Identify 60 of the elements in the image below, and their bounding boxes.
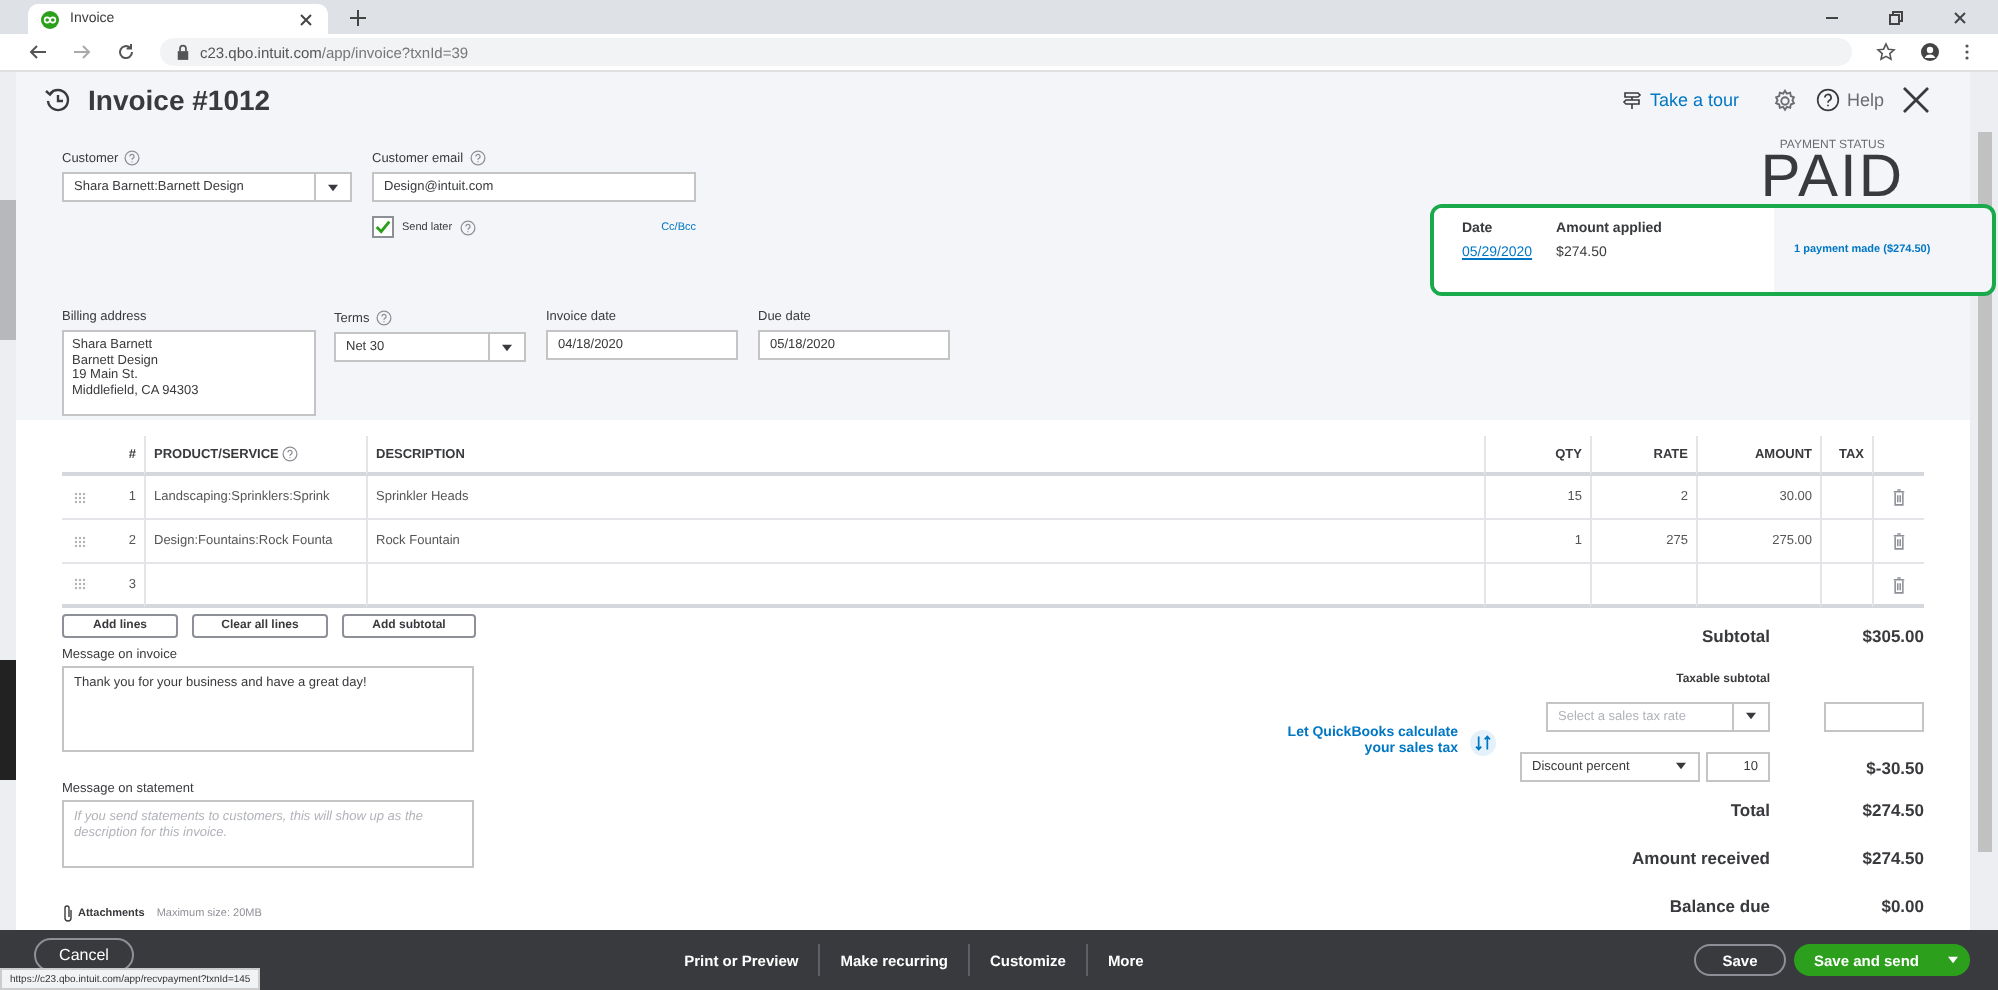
input-field[interactable] bbox=[1824, 701, 1924, 732]
side-strip bbox=[0, 660, 16, 780]
discount-value: $-30.50 bbox=[1866, 757, 1924, 778]
forward-icon[interactable] bbox=[72, 42, 92, 62]
drag-handle-icon[interactable] bbox=[73, 578, 85, 590]
drag-handle-icon[interactable] bbox=[73, 535, 85, 547]
total-label: Amount received bbox=[1632, 846, 1770, 873]
scrollbar-thumb[interactable] bbox=[0, 200, 16, 340]
restore-icon[interactable] bbox=[1886, 7, 1906, 27]
table-cell[interactable] bbox=[1696, 564, 1820, 608]
trash-icon[interactable] bbox=[1892, 532, 1906, 550]
help-icon bbox=[1816, 88, 1841, 112]
payment-status: PAID bbox=[1760, 152, 1904, 204]
star-icon[interactable] bbox=[1876, 42, 1896, 62]
caret-icon bbox=[328, 183, 338, 191]
history-icon[interactable] bbox=[44, 86, 72, 114]
caret-icon bbox=[502, 343, 512, 351]
table-cell[interactable] bbox=[1590, 564, 1696, 608]
total-value: $274.50 bbox=[1862, 848, 1924, 869]
paperclip-icon bbox=[62, 904, 74, 922]
caret-icon bbox=[1947, 956, 1958, 964]
table-cell[interactable] bbox=[366, 564, 1484, 608]
table-cell[interactable] bbox=[1820, 476, 1872, 520]
take-a-tour-link[interactable]: Take a tour bbox=[1621, 90, 1739, 110]
trash-icon[interactable] bbox=[1892, 488, 1906, 506]
help-button[interactable]: Help bbox=[1816, 88, 1884, 112]
lock-icon bbox=[176, 44, 190, 60]
close-icon[interactable] bbox=[1950, 7, 1970, 27]
send-later-checkbox[interactable] bbox=[372, 216, 394, 238]
settings-icon[interactable] bbox=[1772, 87, 1799, 113]
table-cell[interactable] bbox=[1484, 564, 1590, 608]
trash-icon[interactable] bbox=[1892, 575, 1906, 593]
signpost-icon bbox=[1621, 90, 1642, 110]
menu-icon[interactable] bbox=[1964, 42, 1970, 62]
caret-icon bbox=[1676, 762, 1686, 771]
total-value: $0.00 bbox=[1881, 896, 1924, 917]
logo-icon bbox=[40, 9, 60, 29]
caret-icon bbox=[1746, 712, 1756, 721]
table-cell[interactable] bbox=[144, 564, 366, 608]
subtotal-label: Subtotal bbox=[1702, 623, 1770, 650]
table-cell[interactable] bbox=[1820, 564, 1872, 608]
drag-handle-icon[interactable] bbox=[73, 491, 85, 503]
page-title: Invoice #1012 bbox=[88, 84, 271, 116]
subtotal-value: $305.00 bbox=[1862, 625, 1924, 646]
help-icon[interactable] bbox=[124, 150, 141, 166]
help-icon[interactable] bbox=[469, 150, 486, 166]
profile-icon[interactable] bbox=[1920, 42, 1940, 62]
total-label: Total bbox=[1730, 798, 1770, 825]
help-icon[interactable] bbox=[375, 310, 392, 326]
sort-arrows-icon bbox=[1470, 729, 1496, 756]
new-tab-icon[interactable] bbox=[348, 8, 368, 28]
close-icon[interactable] bbox=[296, 9, 316, 29]
close-icon[interactable] bbox=[1902, 86, 1930, 114]
back-icon[interactable] bbox=[28, 42, 48, 62]
table-cell[interactable] bbox=[1820, 520, 1872, 564]
help-icon[interactable] bbox=[460, 219, 477, 235]
total-value: $274.50 bbox=[1862, 800, 1924, 821]
help-icon[interactable] bbox=[282, 446, 299, 462]
total-label: Balance due bbox=[1669, 894, 1770, 921]
reload-icon[interactable] bbox=[116, 42, 136, 62]
